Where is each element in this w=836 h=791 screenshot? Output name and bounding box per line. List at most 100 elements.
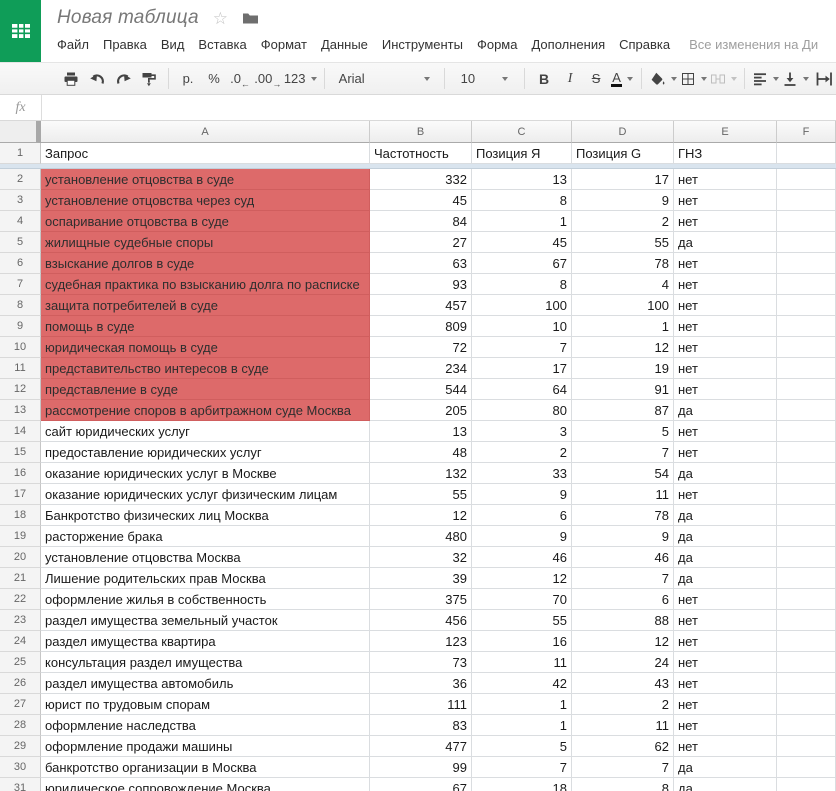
menu-item-0[interactable]: Файл (50, 34, 96, 55)
cell-D2[interactable]: 17 (572, 169, 674, 190)
cell-A31[interactable]: юридическое сопровождение Москва (41, 778, 370, 791)
cell-F20[interactable] (777, 547, 836, 568)
cell-C31[interactable]: 18 (472, 778, 572, 791)
cell-C17[interactable]: 9 (472, 484, 572, 505)
cell-D17[interactable]: 11 (572, 484, 674, 505)
cell-E3[interactable]: нет (674, 190, 777, 211)
cell-E1[interactable]: ГНЗ (674, 143, 777, 164)
column-header-B[interactable]: B (370, 121, 472, 143)
cell-E24[interactable]: нет (674, 631, 777, 652)
row-header-23[interactable]: 23 (0, 610, 41, 631)
document-title[interactable]: Новая таблица (57, 7, 199, 29)
bold-button[interactable]: B (533, 67, 555, 91)
fill-color-button[interactable] (650, 67, 677, 91)
undo-button[interactable] (86, 67, 108, 91)
cell-F15[interactable] (777, 442, 836, 463)
increase-decimal-button[interactable]: .00 → (255, 67, 281, 91)
cell-E8[interactable]: нет (674, 295, 777, 316)
cell-B11[interactable]: 234 (370, 358, 472, 379)
cell-C13[interactable]: 80 (472, 400, 572, 421)
cell-B18[interactable]: 12 (370, 505, 472, 526)
cell-C23[interactable]: 55 (472, 610, 572, 631)
cell-E9[interactable]: нет (674, 316, 777, 337)
cell-A22[interactable]: оформление жилья в собственность (41, 589, 370, 610)
cell-E15[interactable]: нет (674, 442, 777, 463)
menu-item-2[interactable]: Вид (154, 34, 192, 55)
cell-B22[interactable]: 375 (370, 589, 472, 610)
cell-A11[interactable]: представительство интересов в суде (41, 358, 370, 379)
menu-item-5[interactable]: Данные (314, 34, 375, 55)
cell-B25[interactable]: 73 (370, 652, 472, 673)
cell-D8[interactable]: 100 (572, 295, 674, 316)
row-header-8[interactable]: 8 (0, 295, 41, 316)
cell-E28[interactable]: нет (674, 715, 777, 736)
cell-D19[interactable]: 9 (572, 526, 674, 547)
row-header-20[interactable]: 20 (0, 547, 41, 568)
cell-C2[interactable]: 13 (472, 169, 572, 190)
cell-A5[interactable]: жилищные судебные споры (41, 232, 370, 253)
cell-B8[interactable]: 457 (370, 295, 472, 316)
cell-A1[interactable]: Запрос (41, 143, 370, 164)
cell-E6[interactable]: нет (674, 253, 777, 274)
row-header-9[interactable]: 9 (0, 316, 41, 337)
cell-E13[interactable]: да (674, 400, 777, 421)
cell-F13[interactable] (777, 400, 836, 421)
cell-E10[interactable]: нет (674, 337, 777, 358)
cell-A27[interactable]: юрист по трудовым спорам (41, 694, 370, 715)
cell-A4[interactable]: оспаривание отцовства в суде (41, 211, 370, 232)
cell-C19[interactable]: 9 (472, 526, 572, 547)
row-header-19[interactable]: 19 (0, 526, 41, 547)
cell-F2[interactable] (777, 169, 836, 190)
cell-F24[interactable] (777, 631, 836, 652)
strikethrough-button[interactable]: S (585, 67, 607, 91)
cell-A29[interactable]: оформление продажи машины (41, 736, 370, 757)
cell-B10[interactable]: 72 (370, 337, 472, 358)
cell-F5[interactable] (777, 232, 836, 253)
row-header-2[interactable]: 2 (0, 169, 41, 190)
cell-F6[interactable] (777, 253, 836, 274)
row-header-7[interactable]: 7 (0, 274, 41, 295)
cell-F7[interactable] (777, 274, 836, 295)
cell-C7[interactable]: 8 (472, 274, 572, 295)
row-header-3[interactable]: 3 (0, 190, 41, 211)
cell-C21[interactable]: 12 (472, 568, 572, 589)
cell-B31[interactable]: 67 (370, 778, 472, 791)
cell-A14[interactable]: сайт юридических услуг (41, 421, 370, 442)
cell-B15[interactable]: 48 (370, 442, 472, 463)
currency-format-button[interactable]: р. (177, 67, 199, 91)
column-header-D[interactable]: D (572, 121, 674, 143)
cell-E30[interactable]: да (674, 757, 777, 778)
cell-C29[interactable]: 5 (472, 736, 572, 757)
row-header-31[interactable]: 31 (0, 778, 41, 791)
cell-D21[interactable]: 7 (572, 568, 674, 589)
cell-F31[interactable] (777, 778, 836, 791)
row-header-28[interactable]: 28 (0, 715, 41, 736)
text-wrap-button[interactable] (812, 67, 834, 91)
row-header-16[interactable]: 16 (0, 463, 41, 484)
horizontal-align-button[interactable] (753, 67, 779, 91)
cell-D1[interactable]: Позиция G (572, 143, 674, 164)
row-header-22[interactable]: 22 (0, 589, 41, 610)
cell-C10[interactable]: 7 (472, 337, 572, 358)
cell-D31[interactable]: 8 (572, 778, 674, 791)
cell-C30[interactable]: 7 (472, 757, 572, 778)
cell-B3[interactable]: 45 (370, 190, 472, 211)
cell-D13[interactable]: 87 (572, 400, 674, 421)
cell-A12[interactable]: представление в суде (41, 379, 370, 400)
row-header-6[interactable]: 6 (0, 253, 41, 274)
cell-A8[interactable]: защита потребителей в суде (41, 295, 370, 316)
cell-F3[interactable] (777, 190, 836, 211)
cell-D27[interactable]: 2 (572, 694, 674, 715)
cell-D16[interactable]: 54 (572, 463, 674, 484)
cell-D28[interactable]: 11 (572, 715, 674, 736)
cell-E27[interactable]: нет (674, 694, 777, 715)
menu-item-8[interactable]: Дополнения (524, 34, 612, 55)
cell-F8[interactable] (777, 295, 836, 316)
cell-B28[interactable]: 83 (370, 715, 472, 736)
font-family-select[interactable]: Arial (333, 67, 436, 91)
cell-E29[interactable]: нет (674, 736, 777, 757)
cell-E22[interactable]: нет (674, 589, 777, 610)
row-header-4[interactable]: 4 (0, 211, 41, 232)
menu-item-1[interactable]: Правка (96, 34, 154, 55)
cell-B14[interactable]: 13 (370, 421, 472, 442)
